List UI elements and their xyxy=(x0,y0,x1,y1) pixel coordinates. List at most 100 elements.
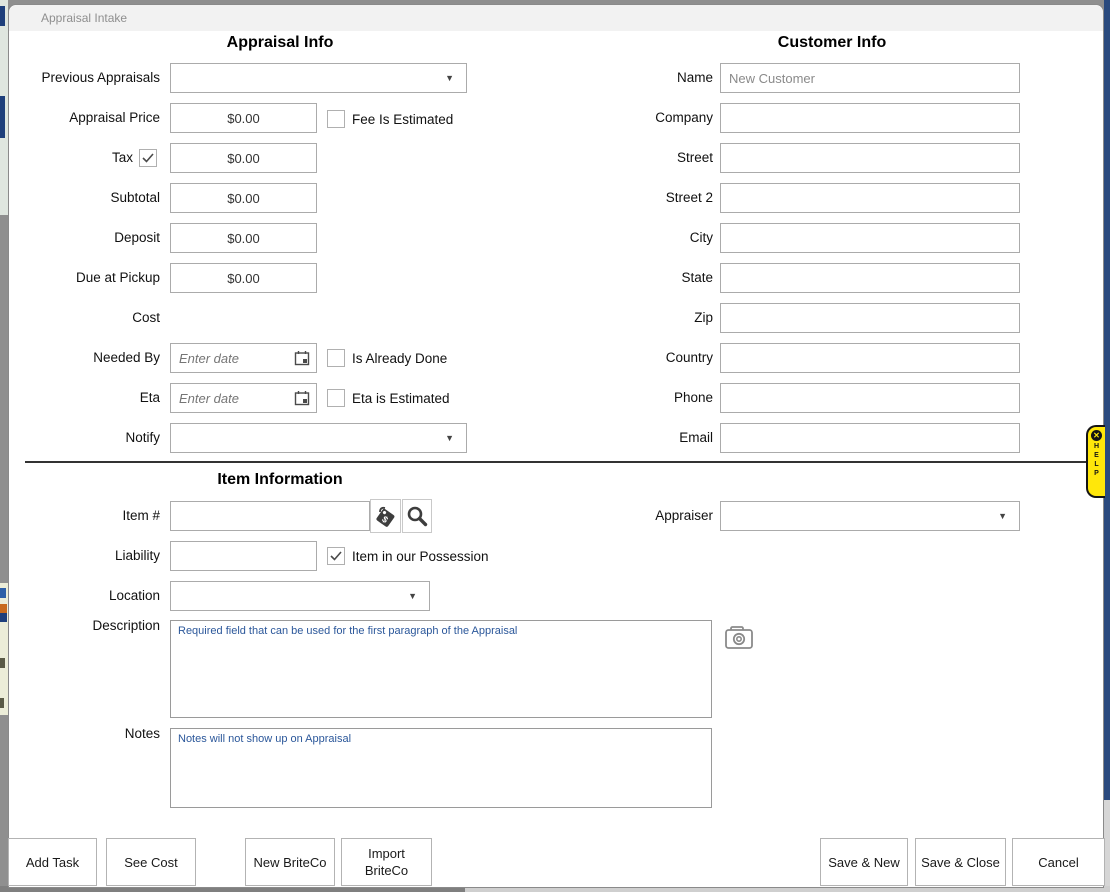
price-tag-icon: $ xyxy=(374,504,398,528)
customer-street2-input[interactable] xyxy=(720,183,1020,213)
notes-label: Notes xyxy=(10,724,160,754)
customer-zip-input[interactable] xyxy=(720,303,1020,333)
search-icon xyxy=(406,505,428,527)
customer-state-label: State xyxy=(560,263,713,293)
customer-company-label: Company xyxy=(560,103,713,133)
check-icon xyxy=(330,551,342,561)
previous-appraisals-select[interactable]: ▼ xyxy=(170,63,467,93)
appraisal-info-title: Appraisal Info xyxy=(130,34,430,52)
eta-label: Eta xyxy=(10,383,160,413)
backdrop-left-text-fragment-2 xyxy=(0,604,7,613)
customer-country-input[interactable] xyxy=(720,343,1020,373)
liability-label: Liability xyxy=(10,541,160,571)
backdrop-left-text-fragment-5 xyxy=(0,698,4,708)
camera-button[interactable] xyxy=(723,623,755,656)
import-briteco-button[interactable]: Import BriteCo xyxy=(341,838,432,886)
appraisal-price-input[interactable] xyxy=(170,103,317,133)
eta-date-field[interactable] xyxy=(170,383,317,413)
customer-state-input[interactable] xyxy=(720,263,1020,293)
backdrop-left-beige xyxy=(0,583,8,715)
customer-name-label: Name xyxy=(560,63,713,93)
location-select[interactable]: ▼ xyxy=(170,581,430,611)
backdrop-right-blue xyxy=(1104,0,1110,800)
notes-textarea[interactable]: Notes will not show up on Appraisal xyxy=(170,728,712,808)
deposit-label: Deposit xyxy=(10,223,160,253)
tax-input[interactable] xyxy=(170,143,317,173)
customer-phone-label: Phone xyxy=(560,383,713,413)
liability-input[interactable] xyxy=(170,541,317,571)
backdrop-left-text-fragment-1 xyxy=(0,588,6,598)
needed-by-date-field[interactable] xyxy=(170,343,317,373)
chevron-down-icon: ▼ xyxy=(408,591,429,601)
dialog-title: Appraisal Intake xyxy=(9,5,1103,31)
needed-by-input[interactable] xyxy=(170,343,317,373)
eta-input[interactable] xyxy=(170,383,317,413)
deposit-input[interactable] xyxy=(170,223,317,253)
notify-label: Notify xyxy=(10,423,160,453)
chevron-down-icon: ▼ xyxy=(445,73,466,83)
help-tab[interactable]: ✕ HELP xyxy=(1086,425,1105,498)
eta-is-estimated-label: Eta is Estimated xyxy=(352,389,450,408)
fee-is-estimated-checkbox[interactable] xyxy=(327,110,345,128)
appraiser-select[interactable]: ▼ xyxy=(720,501,1020,531)
tax-label: Tax xyxy=(10,143,133,173)
help-tab-label: HELP xyxy=(1093,443,1100,479)
cancel-button[interactable]: Cancel xyxy=(1012,838,1105,886)
backdrop-left-blue-fragment-1 xyxy=(0,6,5,26)
tax-checkbox[interactable] xyxy=(139,149,157,167)
customer-city-label: City xyxy=(560,223,713,253)
camera-icon xyxy=(723,623,755,651)
due-at-pickup-label: Due at Pickup xyxy=(10,263,160,293)
screen: { "window": { "title": "Appraisal Intake… xyxy=(0,0,1110,892)
previous-appraisals-label: Previous Appraisals xyxy=(10,63,160,93)
needed-by-label: Needed By xyxy=(10,343,160,373)
help-close-icon[interactable]: ✕ xyxy=(1091,430,1102,441)
notify-select[interactable]: ▼ xyxy=(170,423,467,453)
customer-country-label: Country xyxy=(560,343,713,373)
subtotal-input[interactable] xyxy=(170,183,317,213)
customer-email-label: Email xyxy=(560,423,713,453)
item-number-label: Item # xyxy=(10,501,160,531)
backdrop-left-mid xyxy=(0,215,8,583)
customer-city-input[interactable] xyxy=(720,223,1020,253)
description-label: Description xyxy=(10,616,160,646)
customer-name-input[interactable] xyxy=(720,63,1020,93)
item-information-title: Item Information xyxy=(130,471,430,489)
backdrop-left-blue-fragment-2 xyxy=(0,96,5,138)
is-already-done-label: Is Already Done xyxy=(352,349,447,368)
is-already-done-checkbox[interactable] xyxy=(327,349,345,367)
location-label: Location xyxy=(10,581,160,611)
price-tag-button[interactable]: $ xyxy=(370,499,401,533)
customer-phone-input[interactable] xyxy=(720,383,1020,413)
customer-zip-label: Zip xyxy=(560,303,713,333)
save-and-new-button[interactable]: Save & New xyxy=(820,838,908,886)
search-item-button[interactable] xyxy=(402,499,432,533)
add-task-button[interactable]: Add Task xyxy=(8,838,97,886)
subtotal-label: Subtotal xyxy=(10,183,160,213)
chevron-down-icon: ▼ xyxy=(998,511,1019,521)
customer-street-label: Street xyxy=(560,143,713,173)
appraiser-label: Appraiser xyxy=(560,501,713,531)
customer-street-input[interactable] xyxy=(720,143,1020,173)
see-cost-button[interactable]: See Cost xyxy=(106,838,196,886)
backdrop-left-text-fragment-3 xyxy=(0,613,7,622)
section-divider xyxy=(25,461,1086,463)
backdrop-left-bottom xyxy=(0,715,8,892)
possession-checkbox[interactable] xyxy=(327,547,345,565)
customer-company-input[interactable] xyxy=(720,103,1020,133)
eta-is-estimated-checkbox[interactable] xyxy=(327,389,345,407)
description-textarea[interactable]: Required field that can be used for the … xyxy=(170,620,712,718)
new-briteco-button[interactable]: New BriteCo xyxy=(245,838,335,886)
check-icon xyxy=(142,153,154,163)
due-at-pickup-input[interactable] xyxy=(170,263,317,293)
chevron-down-icon: ▼ xyxy=(445,433,466,443)
customer-info-title: Customer Info xyxy=(682,34,982,52)
customer-email-input[interactable] xyxy=(720,423,1020,453)
item-number-input[interactable] xyxy=(170,501,370,531)
backdrop-left-text-fragment-4 xyxy=(0,658,5,668)
fee-is-estimated-label: Fee Is Estimated xyxy=(352,110,453,129)
save-and-close-button[interactable]: Save & Close xyxy=(915,838,1006,886)
customer-street2-label: Street 2 xyxy=(560,183,713,213)
cost-label: Cost xyxy=(10,303,160,333)
appraisal-price-label: Appraisal Price xyxy=(10,103,160,133)
